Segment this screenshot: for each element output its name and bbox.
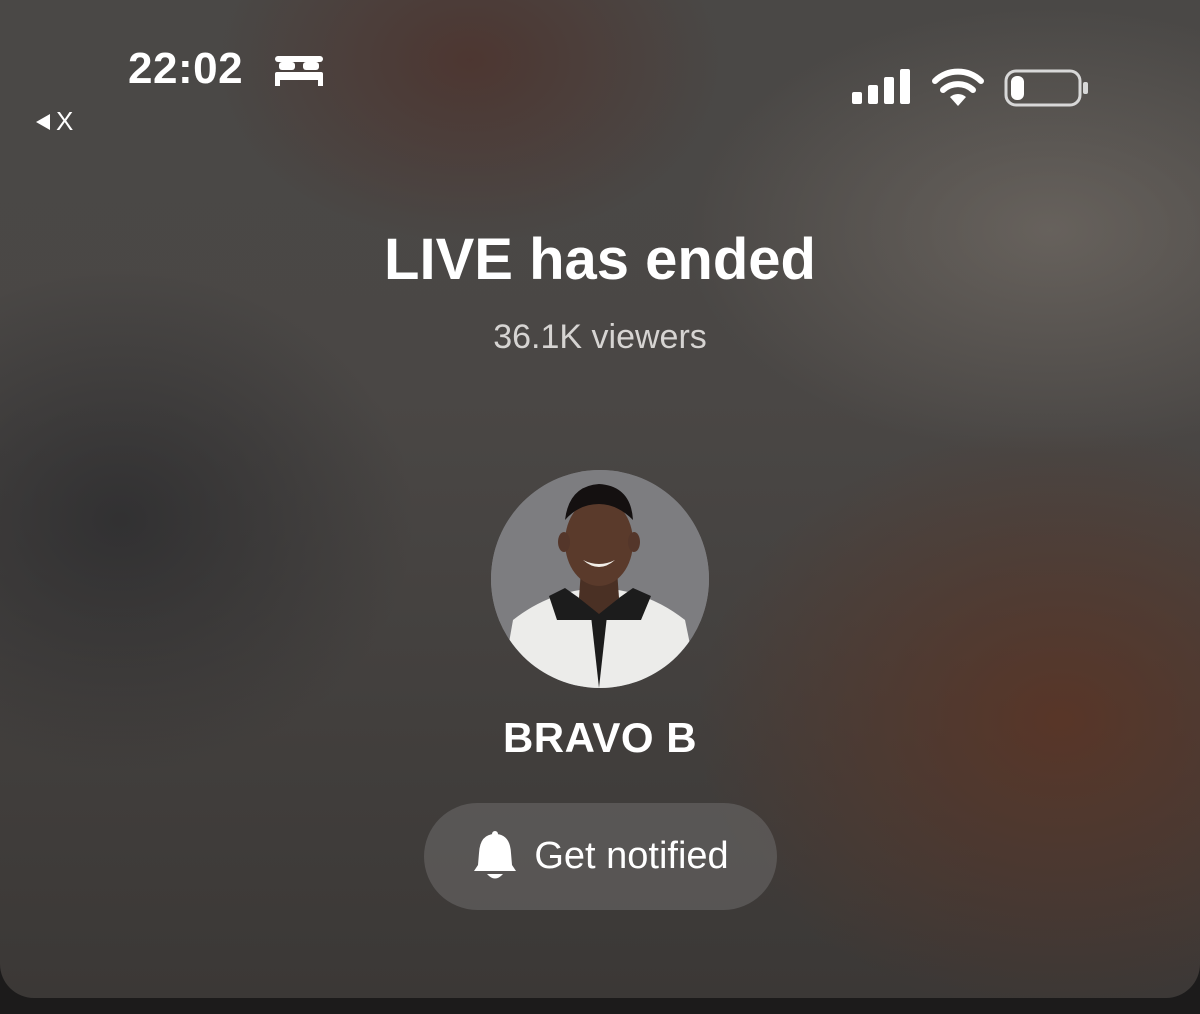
wifi-icon: [932, 68, 984, 106]
back-app-label: X: [56, 106, 74, 136]
host-name: BRAVO B: [502, 714, 698, 761]
get-notified-button[interactable]: Get notified: [424, 803, 777, 910]
bell-icon: [474, 830, 517, 878]
host-photo: [491, 470, 709, 688]
battery-icon: [1004, 69, 1088, 107]
bed-icon: [275, 56, 323, 86]
status-time: 22:02: [128, 44, 244, 93]
get-notified-label: Get notified: [534, 835, 729, 877]
live-ended-screen: 22:02 X LIVE has ended 36.1K viewers BRA…: [0, 0, 1200, 998]
live-ended-title: LIVE has ended: [384, 227, 816, 292]
back-arrow-icon: [36, 113, 50, 130]
signal-icon: [852, 69, 910, 104]
host-avatar[interactable]: [491, 470, 709, 688]
bottom-bezel: [0, 998, 1200, 1014]
back-to-app-button[interactable]: X: [36, 106, 73, 137]
viewer-count: 36.1K viewers: [493, 318, 707, 356]
